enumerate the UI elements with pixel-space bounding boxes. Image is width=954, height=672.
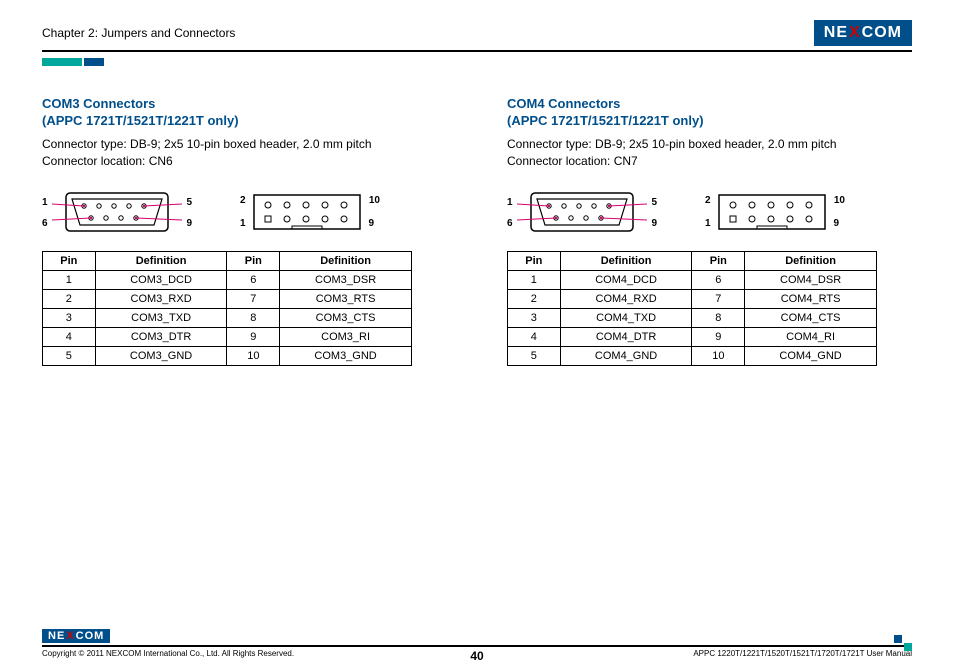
brand-pre: NE: [48, 630, 65, 642]
pin-table-com4: Pin Definition Pin Definition 1COM4_DCD6…: [507, 251, 877, 366]
page-footer: NEXCOM Copyright © 2011 NEXCOM Internati…: [42, 628, 912, 658]
table-row: 4COM3_DTR9COM3_RI: [43, 328, 412, 347]
section-title-com4: COM4 Connectors (APPC 1721T/1521T/1221T …: [507, 96, 912, 130]
boxed-header-diagram: 2 10 1 9: [697, 187, 847, 237]
section-title-com3: COM3 Connectors (APPC 1721T/1521T/1221T …: [42, 96, 447, 130]
section-desc-com3: Connector type: DB-9; 2x5 10-pin boxed h…: [42, 136, 447, 170]
db9-pin-label: 9: [651, 218, 657, 229]
boxed-header-diagram: 2 10 1 9: [232, 187, 382, 237]
diagram-row-com3: 1 5 6 9 2 10 1 9: [42, 187, 447, 237]
accent-green: [42, 58, 82, 66]
accent-bar: [42, 58, 912, 66]
th-pin: Pin: [227, 252, 280, 271]
chapter-title: Chapter 2: Jumpers and Connectors: [42, 26, 235, 40]
model-text: APPC 1220T/1221T/1520T/1521T/1720T/1721T…: [693, 649, 912, 658]
title-line1: COM4 Connectors: [507, 96, 912, 113]
db9-pin-label: 1: [42, 197, 48, 208]
db9-icon: [507, 187, 657, 237]
title-line2: (APPC 1721T/1521T/1221T only): [507, 113, 912, 130]
title-line2: (APPC 1721T/1521T/1221T only): [42, 113, 447, 130]
footer-brand-logo: NEXCOM: [42, 629, 110, 643]
table-header-row: Pin Definition Pin Definition: [43, 252, 412, 271]
th-pin: Pin: [43, 252, 96, 271]
page-header: Chapter 2: Jumpers and Connectors NEXCOM: [42, 20, 912, 52]
desc-line1: Connector type: DB-9; 2x5 10-pin boxed h…: [507, 136, 912, 153]
db9-pin-label: 6: [507, 218, 513, 229]
table-header-row: Pin Definition Pin Definition: [508, 252, 877, 271]
table-row: 3COM4_TXD8COM4_CTS: [508, 309, 877, 328]
table-row: 2COM3_RXD7COM3_RTS: [43, 290, 412, 309]
copyright-text: Copyright © 2011 NEXCOM International Co…: [42, 649, 294, 658]
db9-icon: [42, 187, 192, 237]
hdr-pin-label: 1: [240, 218, 246, 229]
brand-x: X: [65, 630, 75, 642]
footer-deco-icon: [894, 635, 912, 651]
diagram-row-com4: 1 5 6 9 2 10 1 9: [507, 187, 912, 237]
brand-logo: NEXCOM: [814, 20, 912, 46]
desc-line2: Connector location: CN7: [507, 153, 912, 170]
table-row: 2COM4_RXD7COM4_RTS: [508, 290, 877, 309]
right-column: COM4 Connectors (APPC 1721T/1521T/1221T …: [507, 96, 912, 366]
table-row: 5COM3_GND10COM3_GND: [43, 347, 412, 366]
desc-line2: Connector location: CN6: [42, 153, 447, 170]
desc-line1: Connector type: DB-9; 2x5 10-pin boxed h…: [42, 136, 447, 153]
table-row: 1COM3_DCD6COM3_DSR: [43, 271, 412, 290]
hdr-pin-label: 9: [833, 218, 839, 229]
table-row: 4COM4_DTR9COM4_RI: [508, 328, 877, 347]
hdr-pin-label: 2: [705, 195, 711, 206]
boxed-header-icon: [697, 187, 847, 237]
table-row: 1COM4_DCD6COM4_DSR: [508, 271, 877, 290]
pin-table-com3: Pin Definition Pin Definition 1COM3_DCD6…: [42, 251, 412, 366]
brand-post: COM: [862, 24, 902, 42]
brand-x: X: [848, 24, 862, 42]
table-row: 5COM4_GND10COM4_GND: [508, 347, 877, 366]
section-desc-com4: Connector type: DB-9; 2x5 10-pin boxed h…: [507, 136, 912, 170]
title-line1: COM3 Connectors: [42, 96, 447, 113]
footer-line: Copyright © 2011 NEXCOM International Co…: [42, 645, 912, 658]
db9-diagram: 1 5 6 9: [42, 187, 192, 237]
deco-square: [904, 643, 912, 651]
db9-diagram: 1 5 6 9: [507, 187, 657, 237]
db9-pin-label: 5: [651, 197, 657, 208]
db9-pin-label: 5: [186, 197, 192, 208]
deco-square: [894, 635, 902, 643]
th-def: Definition: [95, 252, 227, 271]
content-columns: COM3 Connectors (APPC 1721T/1521T/1221T …: [42, 96, 912, 366]
th-pin: Pin: [692, 252, 745, 271]
db9-pin-label: 6: [42, 218, 48, 229]
th-def: Definition: [560, 252, 692, 271]
table-row: 3COM3_TXD8COM3_CTS: [43, 309, 412, 328]
left-column: COM3 Connectors (APPC 1721T/1521T/1221T …: [42, 96, 447, 366]
db9-pin-label: 1: [507, 197, 513, 208]
brand-post: COM: [76, 630, 105, 642]
hdr-pin-label: 1: [705, 218, 711, 229]
accent-blue: [84, 58, 104, 66]
hdr-pin-label: 10: [369, 195, 380, 206]
brand-pre: NE: [824, 24, 848, 42]
th-def: Definition: [745, 252, 877, 271]
db9-pin-label: 9: [186, 218, 192, 229]
boxed-header-icon: [232, 187, 382, 237]
page-number: 40: [470, 649, 483, 663]
th-pin: Pin: [508, 252, 561, 271]
hdr-pin-label: 2: [240, 195, 246, 206]
hdr-pin-label: 10: [834, 195, 845, 206]
hdr-pin-label: 9: [368, 218, 374, 229]
th-def: Definition: [280, 252, 412, 271]
